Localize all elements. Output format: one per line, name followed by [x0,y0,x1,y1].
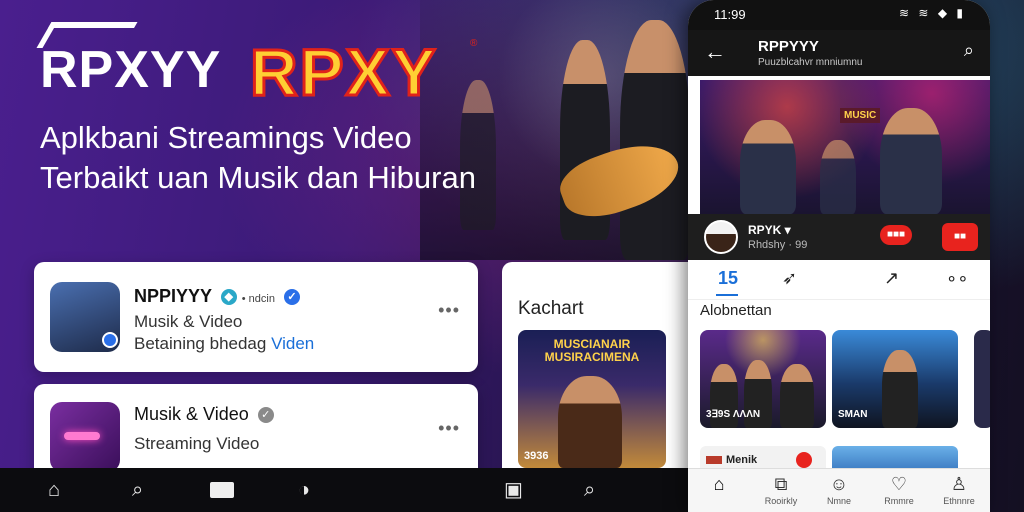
chart-card[interactable]: Kachart MUSCIANAIR MUSIRACIMENA 3936 [502,262,702,480]
search-icon-2[interactable]: ⌕ [584,478,595,502]
toy-thumbnail [706,456,722,464]
headline: Aplkbani Streamings Video Terbaikt uan M… [40,118,476,198]
search-icon[interactable]: ⌕ [132,478,143,502]
tagline-text: Betaining bhedag [134,334,267,353]
list-item-title: Menik [726,454,758,466]
back-arrow-icon[interactable]: ← [704,39,726,65]
card2-subtitle: Streaming Video [134,434,260,453]
app-title: NPPIYYY ◆ • ndcin ✓ [134,286,300,307]
video-banner: MUSIC [840,108,881,123]
app-card-primary[interactable]: NPPIYYY ◆ • ndcin ✓ Musik & Video Betain… [34,262,478,372]
nav-account-label: Ethnnre [943,496,975,506]
diamond-icon: ◆ [220,289,237,306]
app-thumbnail [50,282,120,352]
bottom-bar: ⌂ ⌕ ◑ ▣ ⌕ [0,468,688,512]
tile2-person [882,350,918,428]
active-tab-indicator [716,294,738,296]
more-icon[interactable]: ∘∘ [946,268,969,289]
app-thumbnail-2 [50,402,120,472]
app-card-secondary[interactable]: Musik & Video ✓ Streaming Video ••• [34,384,478,480]
cast-icon[interactable]: ➶ [782,268,797,289]
logo-gold: RPXY [249,34,438,111]
nav-profile[interactable]: ☺ Nmne [814,473,864,507]
app-bar-title: RPPYYY [758,38,819,55]
verified-icon: ✓ [257,407,274,424]
channel-avatar[interactable] [704,220,738,254]
more-options-icon[interactable]: ••• [438,300,460,321]
library-icon: ⧉ [774,474,788,494]
share-icon[interactable]: ↗ [884,268,899,289]
action-tabs: 15 ➶ ↗ ∘∘ [688,260,990,300]
app-tagline: Betaining bhedag Viden [134,334,314,354]
guitarist-figure [620,20,690,260]
app-meta: • ndcin [241,293,275,305]
home-icon: ⌂ [713,474,725,494]
status-icons: ≋ ≋ ◆ ▮ [899,6,966,20]
registered-mark: ® [470,38,478,49]
nav-profile-label: Nmne [826,496,851,506]
chart-heading: Kachart [518,298,584,319]
card2-title: Musik & Video ✓ [134,404,274,425]
card2-title-text: Musik & Video [134,404,249,424]
tv-icon[interactable] [210,482,234,498]
nav-library[interactable]: ⧉ Rooirkly [756,473,806,507]
user-icon: ♙ [950,474,968,494]
app-category: Musik & Video [134,312,243,331]
bottom-navigation: ⌂ ⧉ Rooirkly ☺ Nmne ♡ Rmmre ♙ Ethnnre [688,468,990,512]
nav-home[interactable]: ⌂ [694,473,744,495]
play-badge-icon [102,332,118,348]
app-bar: ← RPPYYY Puuzblcahvr mnniumnu ⌕ [688,30,990,76]
logo-white: RPXYY [40,41,222,99]
poster-person [558,376,622,468]
video-person-mid [820,140,856,214]
video-person-right [880,108,942,214]
verified-icon: ✓ [283,289,300,306]
play-icon[interactable]: ▣ [504,478,523,502]
compass-icon[interactable]: ◑ [298,478,310,502]
app-title-text: NPPIYYY [134,286,212,306]
app-bar-subtitle: Puuzblcahvr mnniumnu [758,57,863,68]
tile2-label: SMAN [838,409,868,420]
heart-icon: ♡ [890,474,908,494]
smile-icon: ☺ [829,474,849,494]
status-bar: 11:99 ≋ ≋ ◆ ▮ [688,0,990,30]
headline-line-1: Aplkbani Streamings Video [40,120,412,155]
video-tile-3[interactable] [974,330,990,428]
poster-title: MUSCIANAIR MUSIRACIMENA [544,337,640,364]
home-icon[interactable]: ⌂ [48,478,60,502]
tile1-label: 3∃9S ΛΛΛN [706,409,761,420]
tile1-person-c [780,364,814,428]
more-options-icon[interactable]: ••• [438,418,460,439]
video-tile-1[interactable]: 3∃9S ΛΛΛN [700,330,826,428]
video-person-left [740,120,796,214]
video-tile-2[interactable]: SMAN [832,330,958,428]
subscribe-button[interactable]: ■■ [942,223,978,251]
section-title: Alobnettan [700,302,772,319]
status-time: 11:99 [714,7,746,22]
join-button[interactable]: ■■■ [880,225,912,245]
channel-badge-icon [796,452,812,468]
nav-library-label: Rooirkly [764,496,798,506]
nav-favorites-label: Rmmre [884,496,914,506]
search-icon[interactable]: ⌕ [964,40,974,61]
tagline-link[interactable]: Viden [271,334,314,353]
channel-row: RPYK ▾ Rhdshy · 99 ■■■ ■■ [688,214,990,260]
phone-mockup: 11:99 ≋ ≋ ◆ ▮ ← RPPYYY Puuzblcahvr mnniu… [688,0,990,512]
channel-subs: Rhdshy · 99 [748,239,808,251]
channel-name[interactable]: RPYK ▾ [748,223,791,237]
poster-number: 3936 [524,450,549,462]
nav-favorites[interactable]: ♡ Rmmre [874,473,924,507]
video-player[interactable]: MUSIC [700,80,990,214]
tab-home-icon[interactable]: 15 [718,268,738,289]
nav-account[interactable]: ♙ Ethnnre [934,473,984,507]
music-poster[interactable]: MUSCIANAIR MUSIRACIMENA 3936 [518,330,666,468]
neon-logo-icon [64,432,100,440]
headline-line-2: Terbaikt uan Musik dan Hiburan [40,160,476,195]
